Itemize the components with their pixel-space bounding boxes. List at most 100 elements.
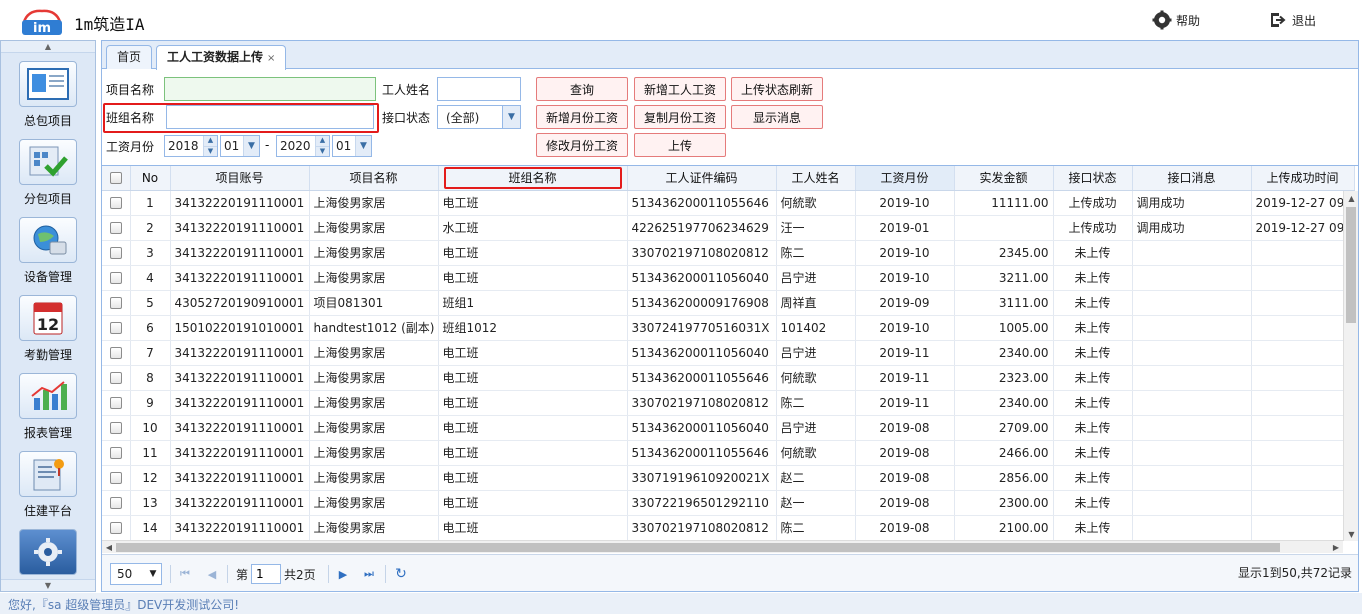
copy-monthly-salary-button[interactable]: 复制月份工资 [634,105,726,129]
select-all-checkbox[interactable] [102,166,131,191]
checkbox[interactable] [109,222,122,234]
checkbox[interactable] [109,272,122,284]
col-worker-id[interactable]: 工人证件编码 [627,166,777,191]
page-size-select[interactable]: 50 ▼ [110,563,162,585]
row-checkbox-cell[interactable] [102,265,131,291]
col-upload-time[interactable]: 上传成功时间 [1251,166,1355,191]
col-salary-month[interactable]: 工资月份 [855,166,955,191]
row-checkbox-cell[interactable] [102,315,131,341]
table-row[interactable]: 8 34132220191110001 上海俊男家居 电工班 5134362000110… [102,365,1355,391]
help-button[interactable]: 帮助 [1152,10,1200,30]
query-button[interactable]: 查询 [536,77,628,101]
col-project-account[interactable]: 项目账号 [170,166,310,191]
sidebar-item-equipment[interactable]: 设备管理 [1,209,95,287]
checkbox[interactable] [109,297,122,309]
worker-name-input[interactable] [437,77,521,101]
checkbox[interactable] [109,447,122,459]
checkbox[interactable] [109,472,122,484]
sidebar-item-attendance[interactable]: 12 考勤管理 [1,287,95,365]
table-row[interactable]: 14 34132220191110001 上海俊男家居 电工班 330702197108… [102,515,1355,541]
upload-button[interactable]: 上传 [634,133,726,157]
prev-page-icon[interactable]: ◀ [204,566,220,582]
row-checkbox-cell[interactable] [102,490,131,516]
row-checkbox-cell[interactable] [102,465,131,491]
col-interface-message[interactable]: 接口消息 [1132,166,1252,191]
row-checkbox-cell[interactable] [102,340,131,366]
table-row[interactable]: 10 34132220191110001 上海俊男家居 电工班 513436200011… [102,415,1355,441]
table-row[interactable]: 6 15010220191010001 handtest1012 (副本) 班组101… [102,315,1355,341]
checkbox[interactable] [109,497,122,509]
col-project-name[interactable]: 项目名称 [309,166,439,191]
spin-down-icon[interactable]: ▼ [204,145,217,156]
spin-down-icon[interactable]: ▼ [316,145,329,156]
col-paid-amount[interactable]: 实发金额 [954,166,1054,191]
row-checkbox-cell[interactable] [102,240,131,266]
checkbox[interactable] [109,397,122,409]
project-name-input[interactable] [164,77,376,101]
refresh-upload-status-button[interactable]: 上传状态刷新 [731,77,823,101]
row-checkbox-cell[interactable] [102,365,131,391]
table-row[interactable]: 3 34132220191110001 上海俊男家居 电工班 3307021971080… [102,240,1355,266]
col-team-name[interactable]: 班组名称 [438,166,628,191]
checkbox[interactable] [109,522,122,534]
sidebar-item-main-project[interactable]: 总包项目 [1,53,95,131]
refresh-icon[interactable]: ↻ [393,566,409,582]
last-page-icon[interactable]: ⏭ [361,566,377,582]
grid-vertical-scrollbar[interactable]: ▲ ▼ [1343,191,1358,541]
checkbox[interactable] [109,347,122,359]
scroll-down-icon[interactable]: ▼ [1344,527,1358,541]
checkbox[interactable] [109,172,122,185]
table-row[interactable]: 4 34132220191110001 上海俊男家居 电工班 5134362000110… [102,265,1355,291]
table-row[interactable]: 5 43052720190910001 项目081301 班组1 51343620000… [102,290,1355,316]
start-year-spinner[interactable]: 2018 ▲ ▼ [164,135,218,157]
first-page-icon[interactable]: ⏮ [177,566,193,582]
tab-home[interactable]: 首页 [106,45,153,69]
row-checkbox-cell[interactable] [102,290,131,316]
row-checkbox-cell[interactable] [102,190,131,216]
col-interface-status[interactable]: 接口状态 [1053,166,1133,191]
checkbox[interactable] [109,372,122,384]
interface-status-select[interactable]: (全部) ▼ [437,105,521,129]
sidebar-scroll-up[interactable]: ▲ [1,41,95,53]
edit-monthly-salary-button[interactable]: 修改月份工资 [536,133,628,157]
row-checkbox-cell[interactable] [102,415,131,441]
table-row[interactable]: 12 34132220191110001 上海俊男家居 电工班 330719196109… [102,465,1355,491]
logout-button[interactable]: 退出 [1268,10,1316,30]
col-worker-name[interactable]: 工人姓名 [776,166,856,191]
row-checkbox-cell[interactable] [102,515,131,541]
sidebar-item-reports[interactable]: 报表管理 [1,365,95,443]
sidebar-item-sub-project[interactable]: 分包项目 [1,131,95,209]
checkbox[interactable] [109,247,122,259]
scroll-right-icon[interactable]: ▶ [1329,541,1343,553]
checkbox[interactable] [109,197,122,209]
scroll-thumb[interactable] [1346,207,1356,323]
end-month-select[interactable]: 01 ▼ [332,135,372,157]
table-row[interactable]: 1 34132220191110001 上海俊男家居 电工班 5134362000110… [102,190,1355,216]
spin-up-icon[interactable]: ▲ [204,136,217,146]
scroll-up-icon[interactable]: ▲ [1344,191,1358,205]
tab-close-icon[interactable]: × [267,53,275,64]
tab-salary-upload[interactable]: 工人工资数据上传 × [156,45,287,70]
table-row[interactable]: 9 34132220191110001 上海俊男家居 电工班 3307021971080… [102,390,1355,416]
end-year-spinner[interactable]: 2020 ▲ ▼ [276,135,330,157]
table-row[interactable]: 2 34132220191110001 上海俊男家居 水工班 4226251977062… [102,215,1355,241]
row-checkbox-cell[interactable] [102,390,131,416]
row-checkbox-cell[interactable] [102,440,131,466]
col-no[interactable]: No [130,166,171,191]
checkbox[interactable] [109,422,122,434]
table-row[interactable]: 7 34132220191110001 上海俊男家居 电工班 5134362000110… [102,340,1355,366]
row-checkbox-cell[interactable] [102,215,131,241]
sidebar-item-housing-platform[interactable]: 住建平台 [1,443,95,521]
add-monthly-salary-button[interactable]: 新增月份工资 [536,105,628,129]
sidebar-scroll-down[interactable]: ▼ [1,579,95,591]
spin-up-icon[interactable]: ▲ [316,136,329,146]
add-worker-salary-button[interactable]: 新增工人工资 [634,77,726,101]
show-message-button[interactable]: 显示消息 [731,105,823,129]
grid-horizontal-scrollbar[interactable]: ◀ ▶ [102,540,1343,553]
scroll-thumb[interactable] [116,543,1280,552]
checkbox[interactable] [109,322,122,334]
page-number-input[interactable] [251,564,282,584]
table-row[interactable]: 13 34132220191110001 上海俊男家居 电工班 330722196501… [102,490,1355,516]
next-page-icon[interactable]: ▶ [335,566,351,582]
table-row[interactable]: 11 34132220191110001 上海俊男家居 电工班 513436200011… [102,440,1355,466]
